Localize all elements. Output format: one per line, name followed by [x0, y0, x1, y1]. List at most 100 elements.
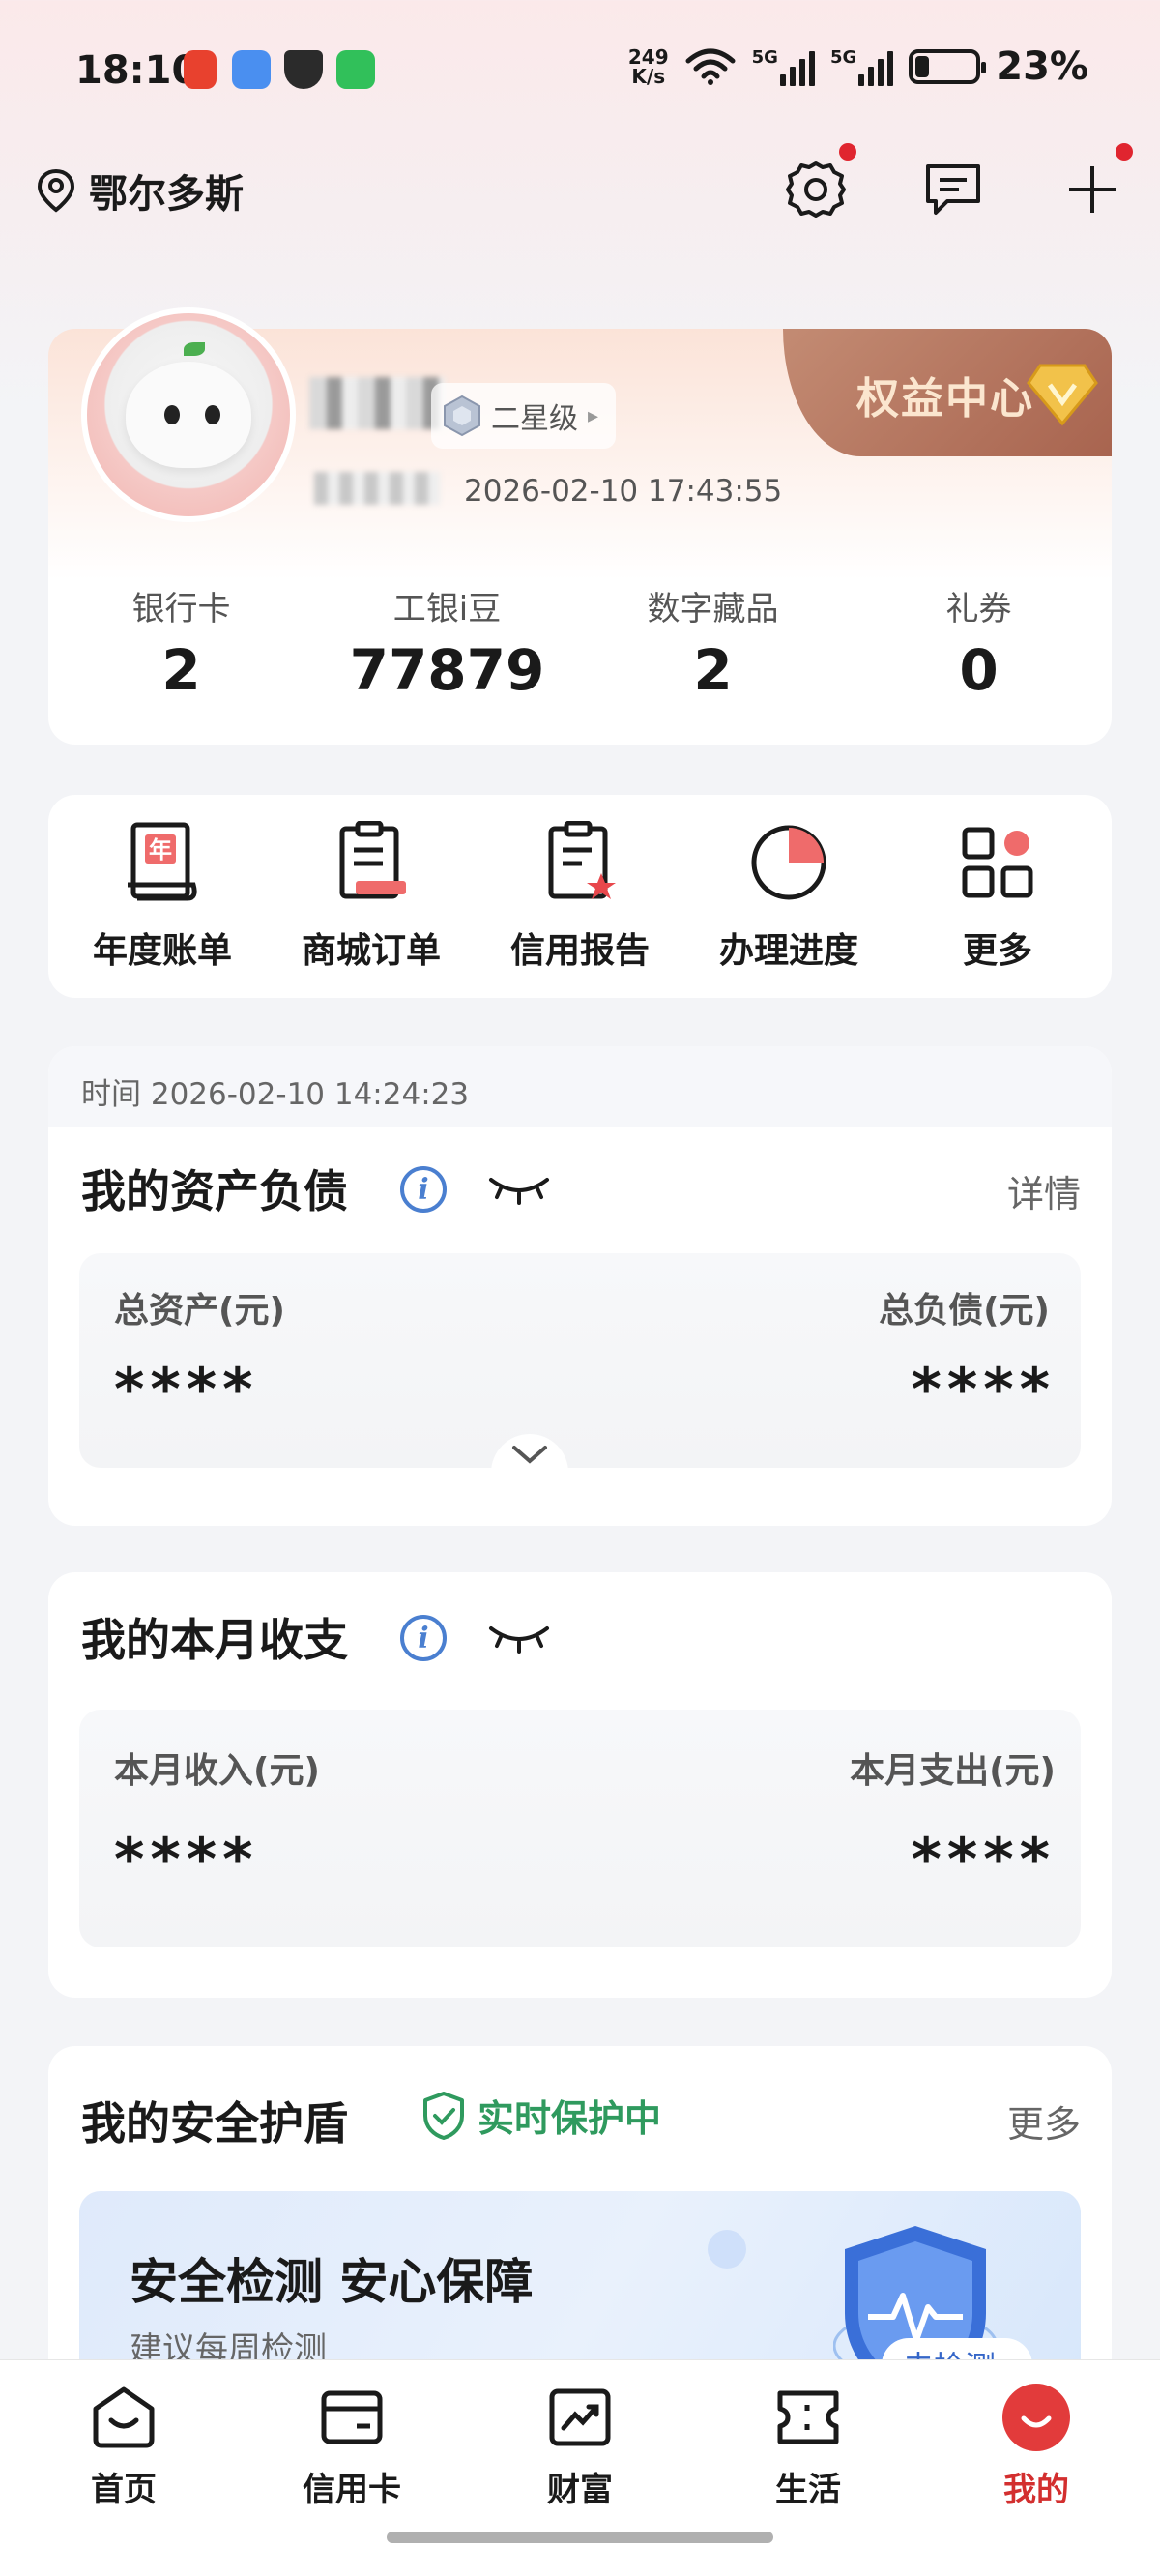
- message-app-icon: [232, 50, 271, 89]
- masked-login-label: [314, 472, 440, 505]
- nav-mine[interactable]: 我的: [940, 2382, 1133, 2510]
- add-notification-dot: [1116, 143, 1133, 161]
- avatar[interactable]: [81, 307, 296, 522]
- battery-icon: [909, 49, 987, 84]
- chevron-right-icon: ▸: [588, 403, 599, 428]
- stat-icbc-beans[interactable]: 工银i豆 77879: [314, 582, 580, 703]
- stat-label: 工银i豆: [392, 590, 502, 629]
- settings-notification-dot: [839, 143, 856, 161]
- signal-bars-icon: [858, 47, 894, 86]
- chevron-down-icon: [512, 1446, 547, 1464]
- messages-button[interactable]: [918, 155, 988, 224]
- nav-credit-card[interactable]: 信用卡: [255, 2382, 449, 2510]
- stat-coupons[interactable]: 礼券 0: [846, 582, 1112, 703]
- banner-title: 安全检测 安心保障: [130, 2254, 534, 2310]
- avatar-eye: [164, 405, 180, 424]
- signal-1: 5G: [752, 47, 815, 86]
- stat-label: 礼券: [945, 590, 1012, 629]
- stat-bank-cards[interactable]: 银行卡 2: [48, 582, 314, 703]
- network-speed-value: 249: [627, 45, 669, 69]
- shortcut-label: 年度账单: [92, 931, 232, 971]
- shield-app-icon: [284, 50, 323, 89]
- nav-label: 财富: [547, 2471, 613, 2509]
- protection-status: 实时保护中: [421, 2089, 661, 2142]
- location-pin-icon: [37, 168, 75, 213]
- nav-label: 生活: [775, 2471, 841, 2509]
- section-title: 我的资产负债: [81, 1165, 348, 1217]
- shield-check-icon: [423, 2091, 464, 2140]
- nav-label: 首页: [91, 2471, 157, 2509]
- shortcut-label: 办理进度: [718, 931, 858, 971]
- stat-value: 2: [161, 637, 201, 703]
- message-icon: [926, 164, 980, 215]
- top-header: 鄂尔多斯: [0, 143, 1160, 224]
- assets-detail-link[interactable]: 详情: [1007, 1164, 1081, 1217]
- monthly-summary-box: 本月收入(元) **** 本月支出(元) ****: [79, 1710, 1081, 1947]
- mall-order-icon: [325, 816, 418, 909]
- benefit-center-label: 权益中心: [856, 374, 1034, 424]
- stat-value: 77879: [349, 637, 545, 703]
- stat-label: 数字藏品: [647, 590, 779, 629]
- eye-closed-icon[interactable]: [487, 1621, 551, 1655]
- credit-card-icon: [316, 2382, 388, 2453]
- annual-bill-glyph: 年: [149, 836, 172, 864]
- decor-bubble: [708, 2230, 746, 2269]
- stat-digital-collectibles[interactable]: 数字藏品 2: [580, 582, 846, 703]
- avatar-eye: [205, 405, 220, 424]
- section-title: 我的安全护盾: [81, 2097, 348, 2150]
- shortcut-credit-report[interactable]: 信用报告: [483, 816, 677, 998]
- monthly-expense-label: 本月支出(元): [850, 1751, 1056, 1791]
- status-time: 18:10: [75, 48, 199, 93]
- signal-2-label: 5G: [829, 47, 857, 68]
- benefit-center-button[interactable]: 权益中心: [783, 329, 1112, 456]
- info-icon[interactable]: i: [400, 1166, 447, 1213]
- stat-value: 2: [693, 637, 733, 703]
- monthly-income-expense-card: 我的本月收支 i 本月收入(元) **** 本月支出(元) ****: [48, 1572, 1112, 1998]
- shortcut-mall-order[interactable]: 商城订单: [275, 816, 468, 998]
- battery-percent: 23%: [996, 44, 1088, 89]
- home-indicator[interactable]: [387, 2532, 773, 2543]
- shortcut-label: 更多: [962, 931, 1032, 971]
- last-login-time: 2026-02-10 17:43:55: [464, 474, 783, 509]
- nav-life[interactable]: 生活: [711, 2382, 905, 2510]
- status-indicators: 249 K/s 5G 5G 23%: [628, 44, 1088, 89]
- plus-icon: [1069, 166, 1116, 213]
- total-liabilities-label: 总负债(元): [879, 1291, 1050, 1331]
- assets-timestamp: 时间 2026-02-10 14:24:23: [81, 1077, 470, 1112]
- monthly-income-label: 本月收入(元): [114, 1751, 320, 1791]
- stat-label: 银行卡: [131, 590, 231, 629]
- elephant-face: [126, 362, 251, 468]
- nav-wealth[interactable]: 财富: [483, 2382, 677, 2510]
- info-icon[interactable]: i: [400, 1615, 447, 1661]
- shortcut-annual-bill[interactable]: 年 年度账单: [66, 816, 259, 998]
- wifi-icon: [685, 48, 736, 85]
- shield-more-link[interactable]: 更多: [1007, 2094, 1081, 2148]
- shortcut-label: 商城订单: [301, 931, 441, 971]
- red-packet-app-icon: [184, 50, 217, 89]
- shortcut-more[interactable]: 更多: [901, 816, 1094, 998]
- add-button[interactable]: [1058, 143, 1133, 224]
- masked-username: [309, 377, 445, 429]
- network-speed-unit: K/s: [631, 65, 666, 88]
- signal-2: 5G: [829, 47, 894, 86]
- wechat-app-icon: [336, 50, 375, 89]
- signal-bars-icon: [779, 47, 815, 86]
- eye-closed-icon[interactable]: [487, 1172, 551, 1207]
- life-ticket-icon: [772, 2382, 844, 2453]
- shortcut-progress[interactable]: 办理进度: [692, 816, 885, 998]
- member-level-badge[interactable]: 二星级 ▸: [431, 383, 617, 449]
- settings-button[interactable]: [781, 143, 856, 224]
- nav-label: 我的: [1003, 2471, 1069, 2509]
- nav-home[interactable]: 首页: [27, 2382, 220, 2510]
- profile-stats: 银行卡 2 工银i豆 77879 数字藏品 2 礼券 0: [48, 582, 1112, 703]
- location-selector[interactable]: 鄂尔多斯: [35, 162, 244, 219]
- network-speed: 249 K/s: [628, 47, 669, 86]
- stat-value: 0: [959, 637, 999, 703]
- assets-liabilities-card: 时间 2026-02-10 14:24:23 我的资产负债 i 详情 总资产(元…: [48, 1046, 1112, 1526]
- member-level-text: 二星级: [491, 402, 578, 436]
- status-bar: 18:10 249 K/s 5G 5G 23%: [0, 0, 1160, 145]
- progress-icon: [742, 816, 835, 909]
- section-title: 我的本月收支: [81, 1614, 348, 1666]
- credit-report-icon: [534, 816, 626, 909]
- home-icon: [88, 2382, 160, 2453]
